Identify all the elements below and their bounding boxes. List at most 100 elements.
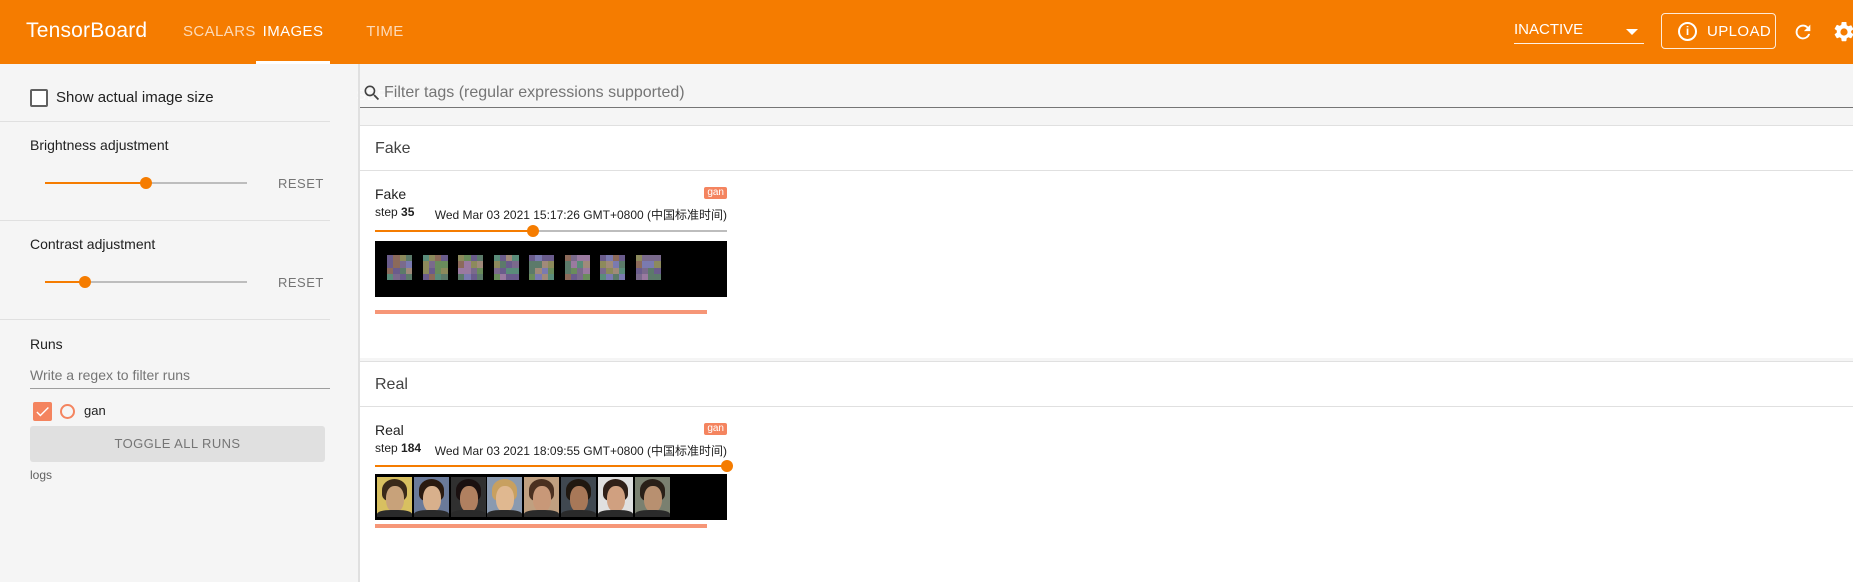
divider	[0, 220, 330, 221]
step-label: step 35	[375, 205, 414, 219]
face-image-thumbnail	[450, 477, 486, 517]
generated-image-thumbnail	[635, 255, 661, 280]
toggle-all-runs-button[interactable]: TOGGLE ALL RUNS	[30, 426, 325, 462]
face-shoulders	[487, 510, 523, 517]
face-image-thumbnail	[413, 477, 449, 517]
pixel-cell	[618, 273, 625, 280]
pane-header[interactable]: Real	[360, 362, 1853, 407]
upload-button[interactable]: i UPLOAD	[1661, 13, 1776, 49]
face-skin	[496, 486, 515, 512]
face-image-thumbnail	[487, 477, 523, 517]
face-image-thumbnail	[597, 477, 633, 517]
image-strip-real[interactable]	[375, 474, 727, 520]
step-value: 35	[401, 205, 415, 219]
show-actual-size-checkbox[interactable]	[30, 89, 48, 107]
search-icon	[364, 85, 380, 101]
divider	[0, 121, 330, 122]
pixel-cell	[512, 273, 519, 280]
reload-icon[interactable]	[1792, 21, 1814, 43]
pixel-cell	[441, 273, 448, 280]
run-badge: gan	[704, 187, 727, 199]
contrast-reset-button[interactable]: RESET	[278, 275, 324, 290]
step-slider[interactable]	[375, 459, 733, 473]
face-shoulders	[634, 510, 670, 517]
face-skin	[386, 486, 404, 512]
step-word: step	[375, 205, 398, 219]
image-strip-fake[interactable]	[375, 241, 727, 297]
face-skin	[643, 486, 662, 512]
pixel-cell	[654, 273, 661, 280]
sidebar: Show actual image size Brightness adjust…	[0, 64, 330, 582]
top-toolbar: TensorBoard SCALARS IMAGES TIME SERIES I…	[0, 0, 1853, 104]
pixel-cell	[583, 273, 590, 280]
step-slider[interactable]	[375, 224, 727, 238]
run-badge: gan	[704, 423, 727, 435]
image-card-fake: Fake gan step 35 Wed Mar 03 2021 15:17:2…	[375, 186, 727, 336]
pixel-cell	[405, 273, 412, 280]
timestamp: Wed Mar 03 2021 15:17:26 GMT+0800 (中国标准时…	[434, 208, 727, 222]
tag-pane-fake: Fake Fake gan step 35 Wed Mar 03 2021 15…	[360, 125, 1853, 358]
pane-title: Real	[375, 376, 408, 393]
step-label: step 184	[375, 441, 421, 455]
tab-time-series[interactable]: TIME SERIES	[343, 0, 427, 104]
run-color-swatch[interactable]	[60, 404, 75, 419]
upload-label: UPLOAD	[1707, 23, 1772, 40]
show-actual-size-label: Show actual image size	[56, 89, 214, 106]
tab-images[interactable]: IMAGES	[256, 0, 330, 64]
generated-image-thumbnail	[458, 255, 483, 280]
contrast-slider[interactable]	[45, 272, 247, 292]
plugin-select-value: INACTIVE	[1514, 21, 1584, 38]
slider-thumb[interactable]	[527, 225, 540, 237]
pixel-cell	[476, 273, 483, 280]
step-value: 184	[401, 441, 422, 455]
run-name: gan	[84, 403, 106, 418]
pane-title: Fake	[375, 140, 411, 157]
tab-scalars[interactable]: SCALARS	[183, 0, 255, 64]
generated-image-thumbnail	[422, 255, 448, 280]
tag-filter-input[interactable]: Filter tags (regular expressions support…	[360, 80, 1853, 108]
runs-title: Runs	[30, 336, 63, 352]
generated-image-thumbnail	[529, 255, 554, 280]
face-shoulders	[597, 510, 633, 517]
face-image-thumbnail	[561, 477, 596, 517]
step-word: step	[375, 441, 398, 455]
face-shoulders	[561, 510, 596, 517]
brightness-slider[interactable]	[45, 173, 247, 193]
generated-image-thumbnail	[387, 255, 412, 280]
app-title: TensorBoard	[26, 19, 148, 42]
generated-image-thumbnail	[600, 255, 625, 280]
run-checkbox-gan[interactable]	[33, 402, 52, 421]
face-skin	[459, 486, 478, 512]
info-icon: i	[1678, 22, 1697, 41]
slider-fill	[375, 465, 727, 467]
image-scroll-bar[interactable]	[375, 310, 707, 314]
pixel-cell	[547, 273, 554, 280]
brightness-reset-button[interactable]: RESET	[278, 176, 324, 191]
face-skin	[570, 486, 588, 512]
generated-image-thumbnail	[493, 255, 519, 280]
generated-image-thumbnail	[564, 255, 590, 280]
slider-fill	[375, 230, 534, 232]
face-shoulders	[413, 510, 449, 517]
slider-thumb[interactable]	[79, 276, 92, 288]
face-skin	[606, 486, 625, 512]
logdir-label: logs	[30, 468, 53, 482]
image-card-real: Real gan step 184 Wed Mar 03 2021 18:09:…	[375, 422, 733, 572]
face-skin	[422, 486, 441, 512]
image-scroll-bar[interactable]	[375, 524, 707, 528]
plugin-select[interactable]: INACTIVE	[1514, 18, 1644, 44]
gear-icon[interactable]	[1832, 20, 1853, 44]
face-shoulders	[450, 510, 486, 517]
runs-filter-input[interactable]: Write a regex to filter runs	[30, 363, 330, 389]
face-image-thumbnail	[377, 477, 412, 517]
slider-thumb[interactable]	[721, 460, 733, 472]
pane-header[interactable]: Fake	[360, 126, 1853, 171]
face-image-thumbnail	[524, 477, 560, 517]
card-tag: Fake	[375, 186, 407, 202]
contrast-label: Contrast adjustment	[30, 236, 156, 252]
timestamp: Wed Mar 03 2021 18:09:55 GMT+0800 (中国标准时…	[434, 444, 727, 458]
face-shoulders	[524, 510, 560, 517]
slider-thumb[interactable]	[140, 177, 152, 189]
chevron-down-icon	[1626, 29, 1638, 35]
tag-pane-real: Real Real gan step 184 Wed Mar 03 2021 1…	[360, 361, 1853, 582]
